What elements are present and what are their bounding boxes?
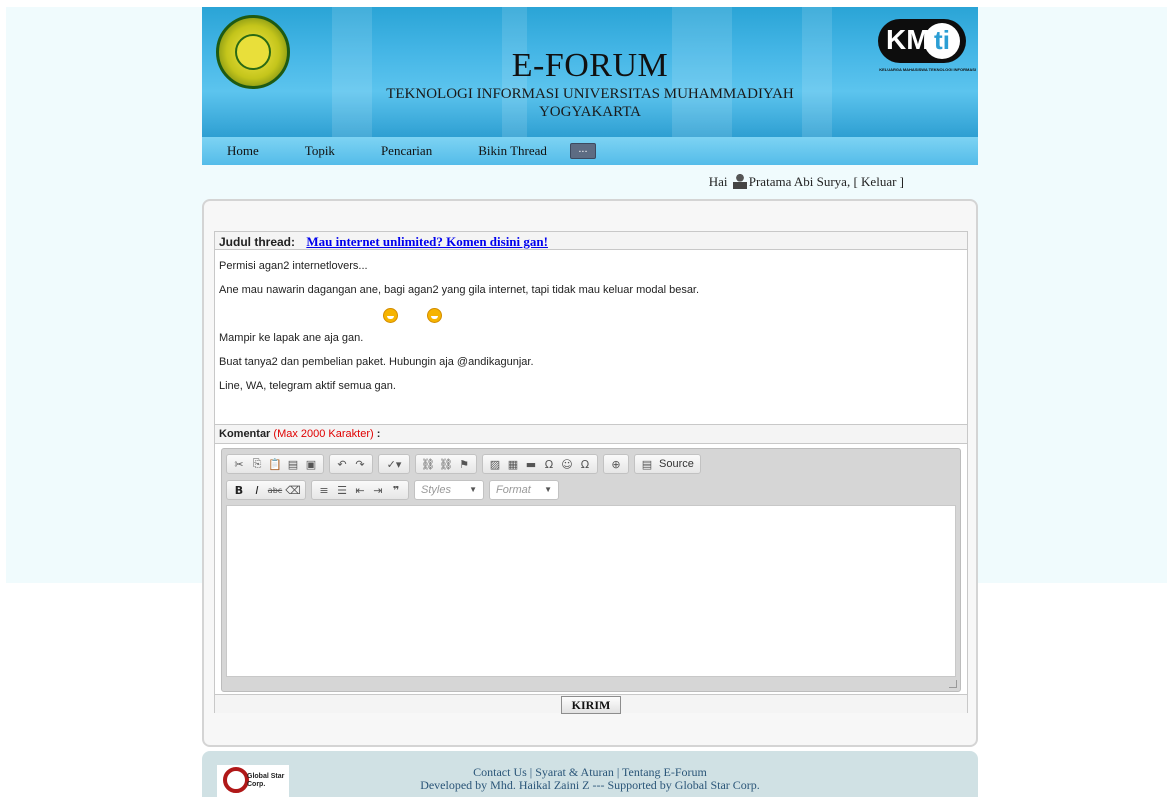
bullet-list-icon[interactable]: ☰ [333, 484, 351, 497]
undo-icon[interactable]: ↶ [333, 458, 351, 471]
remove-format-icon[interactable]: ⌫ [284, 484, 302, 497]
smiley-icon [383, 308, 398, 323]
link-icon[interactable]: ⛓ [419, 458, 437, 471]
page-wrapper: E-FORUM TEKNOLOGI INFORMASI UNIVERSITAS … [202, 7, 978, 797]
thread-body: Permisi agan2 internetlovers... Ane mau … [215, 250, 967, 392]
horizontal-rule-icon[interactable]: ▬ [522, 458, 540, 471]
paste-text-icon[interactable]: ▤ [284, 458, 302, 471]
thread-paragraph: Line, WA, telegram aktif semua gan. [219, 380, 396, 392]
submit-button[interactable]: KIRIM [561, 696, 621, 714]
user-avatar-icon [732, 173, 747, 189]
format-placeholder: Format [496, 484, 531, 496]
source-button[interactable]: Source [656, 458, 697, 470]
kmti-logo-ti: ti [924, 23, 960, 59]
nav-bikin-thread[interactable]: Bikin Thread [478, 143, 547, 159]
editor-toolbar-top: ✂ ⎘ 📋 ▤ ▣ ↶ ↷ ✓▾ ⛓ ⛓ ⚑ ▨ ▦ ▬ Ω ☺ Ω ⊕ ▤ S… [226, 453, 956, 475]
smiley-insert-icon[interactable]: ☺ [558, 458, 576, 471]
footer-terms-link[interactable]: Syarat & Aturan [535, 765, 614, 779]
comment-editor-area[interactable] [226, 505, 956, 677]
comment-label: Komentar [219, 428, 271, 440]
undo-group: ↶ ↷ [329, 454, 373, 474]
nav-home[interactable]: Home [227, 143, 259, 159]
site-title: E-FORUM [511, 47, 669, 84]
numbered-list-icon[interactable]: ≡ [315, 484, 333, 497]
styles-select[interactable]: Styles ▼ [414, 480, 484, 500]
kmti-logo-km: KM [886, 24, 930, 55]
resize-handle-icon[interactable] [949, 680, 957, 688]
smiley-row [219, 308, 963, 332]
outdent-icon[interactable]: ⇤ [351, 484, 369, 497]
source-group: ▤ Source [634, 454, 701, 474]
comment-colon: : [376, 428, 381, 440]
anchor-icon[interactable]: ⚑ [455, 458, 473, 471]
strike-icon[interactable]: abc [266, 486, 284, 495]
thread-panel: Judul thread: Mau internet unlimited? Ko… [202, 199, 978, 747]
unlink-icon[interactable]: ⛓ [437, 458, 455, 471]
comment-limit: (Max 2000 Karakter) [273, 428, 374, 440]
bold-icon[interactable]: B [230, 484, 248, 497]
user-bar: Hai Pratama Abi Surya, [ Keluar ] [202, 165, 978, 197]
chevron-down-icon: ▼ [544, 485, 552, 494]
site-subtitle: TEKNOLOGI INFORMASI UNIVERSITAS MUHAMMAD… [386, 86, 794, 120]
kmti-tagline: KELUARGA MAHASISWA TEKNOLOGI INFORMASI [879, 67, 976, 72]
thread-title-link[interactable]: Mau internet unlimited? Komen disini gan… [306, 234, 548, 249]
blockquote-icon[interactable]: ❞ [387, 484, 405, 497]
submit-row: KIRIM [215, 694, 967, 714]
footer-links: Contact Us | Syarat & Aturan | Tentang E… [420, 765, 760, 792]
paste-word-icon[interactable]: ▣ [302, 458, 320, 471]
main-nav: Home Topik Pencarian Bikin Thread ... [202, 137, 978, 165]
clipboard-group: ✂ ⎘ 📋 ▤ ▣ [226, 454, 324, 474]
indent-icon[interactable]: ⇥ [369, 484, 387, 497]
footer-credit: Developed by Mhd. Haikal Zaini Z --- Sup… [420, 778, 760, 792]
thread-title-row: Judul thread: Mau internet unlimited? Ko… [215, 232, 967, 250]
omega-icon[interactable]: Ω [576, 458, 594, 471]
greeting: Hai [708, 174, 728, 189]
more-menu-button[interactable]: ... [569, 143, 596, 159]
thread-paragraph: Permisi agan2 internetlovers... [219, 260, 368, 272]
source-icon: ▤ [641, 457, 653, 471]
thread-paragraph: Ane mau nawarin dagangan ane, bagi agan2… [219, 284, 700, 296]
special-char-icon[interactable]: Ω [540, 458, 558, 471]
editor-toolbar-bottom: B I abc ⌫ ≡ ☰ ⇤ ⇥ ❞ Styles ▼ Format ▼ [226, 479, 956, 501]
thread-title-label: Judul thread: [219, 235, 296, 249]
spellcheck-icon[interactable]: ✓▾ [382, 458, 406, 471]
paste-icon[interactable]: 📋 [266, 458, 284, 471]
redo-icon[interactable]: ↷ [351, 458, 369, 471]
list-group: ≡ ☰ ⇤ ⇥ ❞ [311, 480, 409, 500]
chevron-down-icon: ▼ [469, 485, 477, 494]
kmti-logo-icon: KM ti [878, 19, 966, 63]
italic-icon[interactable]: I [248, 484, 266, 497]
site-header: E-FORUM TEKNOLOGI INFORMASI UNIVERSITAS … [202, 7, 978, 137]
nav-topik[interactable]: Topik [305, 143, 335, 159]
link-group: ⛓ ⛓ ⚑ [415, 454, 477, 474]
format-select[interactable]: Format ▼ [489, 480, 559, 500]
basic-style-group: B I abc ⌫ [226, 480, 306, 500]
maximize-group: ⊕ [603, 454, 629, 474]
styles-placeholder: Styles [421, 484, 451, 496]
spellcheck-group: ✓▾ [378, 454, 410, 474]
insert-group: ▨ ▦ ▬ Ω ☺ Ω [482, 454, 598, 474]
table-icon[interactable]: ▦ [504, 458, 522, 471]
post-box: Judul thread: Mau internet unlimited? Ko… [214, 231, 968, 714]
thread-paragraph: Mampir ke lapak ane aja gan. [219, 332, 364, 344]
smiley-icon [427, 308, 443, 323]
footer-contact-link[interactable]: Contact Us [473, 765, 527, 779]
cut-icon[interactable]: ✂ [230, 458, 248, 471]
image-icon[interactable]: ▨ [486, 458, 504, 471]
footer-about-link[interactable]: Tentang E-Forum [622, 765, 707, 779]
copy-icon[interactable]: ⎘ [248, 457, 266, 471]
user-name: Pratama Abi Surya, [748, 174, 851, 189]
rich-text-editor: ✂ ⎘ 📋 ▤ ▣ ↶ ↷ ✓▾ ⛓ ⛓ ⚑ ▨ ▦ ▬ Ω ☺ Ω ⊕ ▤ S… [221, 448, 961, 692]
nav-pencarian[interactable]: Pencarian [381, 143, 432, 159]
maximize-icon[interactable]: ⊕ [607, 458, 625, 471]
logout-link[interactable]: [ Keluar ] [853, 174, 904, 189]
thread-paragraph: Buat tanya2 dan pembelian paket. Hubungi… [219, 356, 534, 368]
site-footer: Global Star Corp. Contact Us | Syarat & … [202, 751, 978, 797]
comment-label-row: Komentar (Max 2000 Karakter) : [215, 424, 967, 444]
